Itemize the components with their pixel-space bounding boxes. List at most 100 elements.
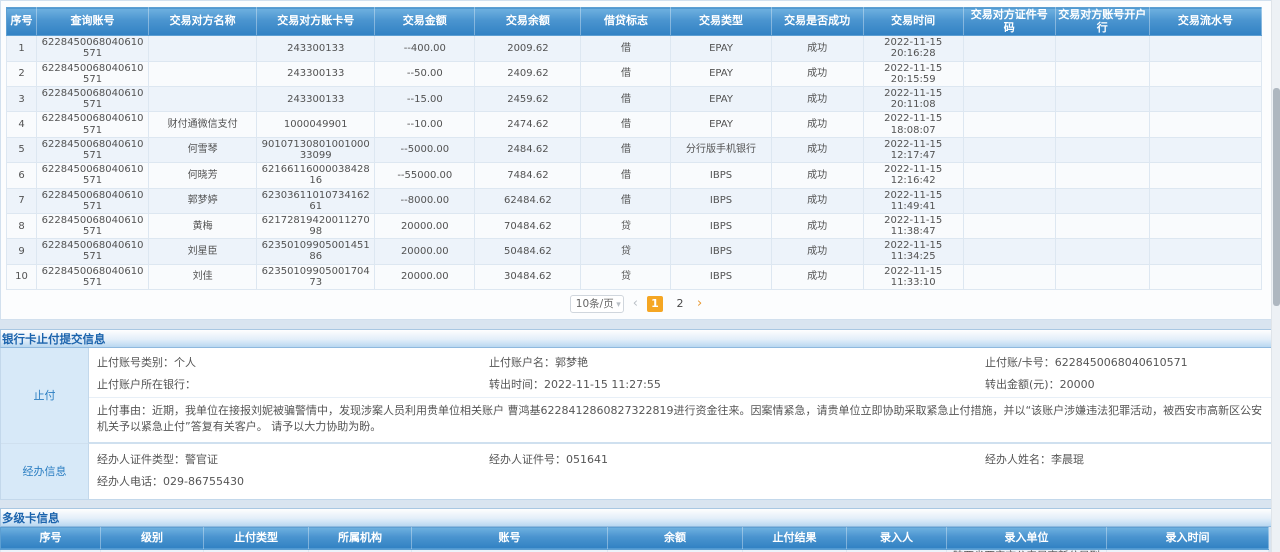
table-cell — [1149, 61, 1261, 86]
table-cell — [1055, 188, 1149, 213]
table-cell: 4 — [7, 112, 37, 137]
table-cell — [1055, 137, 1149, 162]
table-cell: 30484.62 — [475, 264, 581, 289]
table-cell: 贷 — [581, 264, 671, 289]
table-row[interactable]: 46228450068040610571财付通微信支付1000049901--1… — [7, 112, 1262, 137]
table-cell — [1149, 87, 1261, 112]
column-header: 交易对方账号开户行 — [1055, 8, 1149, 36]
table-cell: 9 — [7, 239, 37, 264]
table-cell: IBPS — [671, 239, 771, 264]
table-row[interactable]: 56228450068040610571何雪琴90107130801001000… — [7, 137, 1262, 162]
table-cell: 2009.62 — [475, 36, 581, 61]
table-row[interactable]: 16228450068040610571243300133--400.00200… — [7, 36, 1262, 61]
table-cell: 6228450068040610571 — [37, 112, 149, 137]
table-cell: 6235010990500145186 — [257, 239, 375, 264]
table-cell: 1 — [7, 36, 37, 61]
table-cell: 借 — [581, 163, 671, 188]
table-cell: --10.00 — [375, 112, 475, 137]
table-cell: 6 — [7, 163, 37, 188]
table-cell: 243300133 — [257, 87, 375, 112]
next-page-button[interactable]: › — [697, 296, 702, 312]
table-cell — [1055, 239, 1149, 264]
page-size-select[interactable]: 10条/页 ▾ — [570, 295, 624, 313]
field-agent-name: 经办人姓名：李晨琨 — [985, 449, 1275, 471]
table-cell: EPAY — [671, 61, 771, 86]
table-cell: 成功 — [771, 36, 863, 61]
table-cell — [1149, 239, 1261, 264]
table-cell: 何雪琴 — [149, 137, 257, 162]
table-row[interactable]: 106228450068040610571刘佳62350109905001704… — [7, 264, 1262, 289]
multicard-section-title: 多级卡信息 — [0, 508, 1280, 527]
column-header: 查询账号 — [37, 8, 149, 36]
column-header: 交易余额 — [475, 8, 581, 36]
column-header: 级别 — [101, 527, 204, 549]
table-cell: 243300133 — [257, 61, 375, 86]
table-cell: 7 — [7, 188, 37, 213]
column-header: 交易对方证件号码 — [963, 8, 1055, 36]
table-cell: 贷 — [581, 213, 671, 238]
table-cell — [963, 163, 1055, 188]
table-cell: 2022-11-15 11:33:10 — [863, 264, 963, 289]
table-cell — [1149, 264, 1261, 289]
table-cell: 6217281942001127098 — [257, 213, 375, 238]
table-cell: 5 — [7, 137, 37, 162]
table-cell: EPAY — [671, 87, 771, 112]
column-header: 止付类型 — [204, 527, 309, 549]
field-stop-account-name: 止付账户名：郭梦艳 — [489, 352, 985, 374]
field-stop-card-number: 止付账/卡号：6228450068040610571 — [985, 352, 1275, 374]
table-cell: 成功 — [771, 112, 863, 137]
table-cell: 何晓芳 — [149, 163, 257, 188]
table-cell: 2022-11-15 11:34:25 — [863, 239, 963, 264]
table-cell: 成功 — [771, 213, 863, 238]
multicard-section: 序号级别止付类型所属机构账号余额止付结果录入人录入单位录入时间 1一级第三方止付… — [0, 527, 1280, 552]
table-cell: 2022-11-15 11:38:47 — [863, 213, 963, 238]
scrollbar-thumb[interactable] — [1273, 88, 1280, 306]
table-cell: 财付通微信支付 — [149, 112, 257, 137]
table-cell: 6228450068040610571 — [37, 61, 149, 86]
table-cell: --50.00 — [375, 61, 475, 86]
table-row[interactable]: 26228450068040610571243300133--50.002409… — [7, 61, 1262, 86]
table-cell: 6228450068040610571 — [37, 36, 149, 61]
column-header: 序号 — [1, 527, 101, 549]
table-cell: 刘佳 — [149, 264, 257, 289]
field-agent-id-number: 经办人证件号：051641 — [489, 449, 985, 471]
field-stop-account-type: 止付账号类别：个人 — [97, 352, 489, 374]
table-row[interactable]: 36228450068040610571243300133--15.002459… — [7, 87, 1262, 112]
field-agent-phone: 经办人电话：029-86755430 — [97, 471, 489, 493]
table-row[interactable]: 96228450068040610571刘星臣62350109905001451… — [7, 239, 1262, 264]
column-header: 交易对方名称 — [149, 8, 257, 36]
vertical-scrollbar[interactable] — [1271, 0, 1280, 552]
page-button-2[interactable]: 2 — [672, 296, 688, 312]
table-cell — [1055, 87, 1149, 112]
table-cell: 借 — [581, 188, 671, 213]
column-header: 交易金额 — [375, 8, 475, 36]
table-cell — [1149, 36, 1261, 61]
table-cell: 6216611600003842816 — [257, 163, 375, 188]
column-header: 交易流水号 — [1149, 8, 1261, 36]
table-cell: 成功 — [771, 163, 863, 188]
table-row[interactable]: 76228450068040610571郭梦婷62303611010734162… — [7, 188, 1262, 213]
table-row[interactable]: 86228450068040610571黄梅621728194200112709… — [7, 213, 1262, 238]
table-cell — [1055, 264, 1149, 289]
multicard-header-row: 序号级别止付类型所属机构账号余额止付结果录入人录入单位录入时间 — [1, 527, 1269, 549]
table-cell: 6230361101073416261 — [257, 188, 375, 213]
table-cell: 243300133 — [257, 36, 375, 61]
page-button-1[interactable]: 1 — [647, 296, 663, 312]
transactions-table: 序号查询账号交易对方名称交易对方账卡号交易金额交易余额借贷标志交易类型交易是否成… — [6, 7, 1262, 290]
table-cell: EPAY — [671, 36, 771, 61]
agent-info-fields: 经办人证件类型：警官证 经办人证件号：051641 经办人姓名：李晨琨 经办人电… — [89, 443, 1279, 499]
table-cell — [1055, 213, 1149, 238]
table-cell: 1000049901 — [257, 112, 375, 137]
table-cell: 2022-11-15 20:15:59 — [863, 61, 963, 86]
field-transfer-time: 转出时间：2022-11-15 11:27:55 — [489, 374, 985, 396]
table-cell: 贷 — [581, 239, 671, 264]
prev-page-button[interactable]: ‹ — [633, 296, 638, 312]
table-cell — [1055, 112, 1149, 137]
table-cell — [1149, 163, 1261, 188]
table-cell — [149, 87, 257, 112]
table-row[interactable]: 66228450068040610571何晓芳62166116000038428… — [7, 163, 1262, 188]
table-cell: 6228450068040610571 — [37, 137, 149, 162]
table-cell: 2484.62 — [475, 137, 581, 162]
table-cell: 8 — [7, 213, 37, 238]
transactions-panel: 序号查询账号交易对方名称交易对方账卡号交易金额交易余额借贷标志交易类型交易是否成… — [0, 0, 1272, 320]
